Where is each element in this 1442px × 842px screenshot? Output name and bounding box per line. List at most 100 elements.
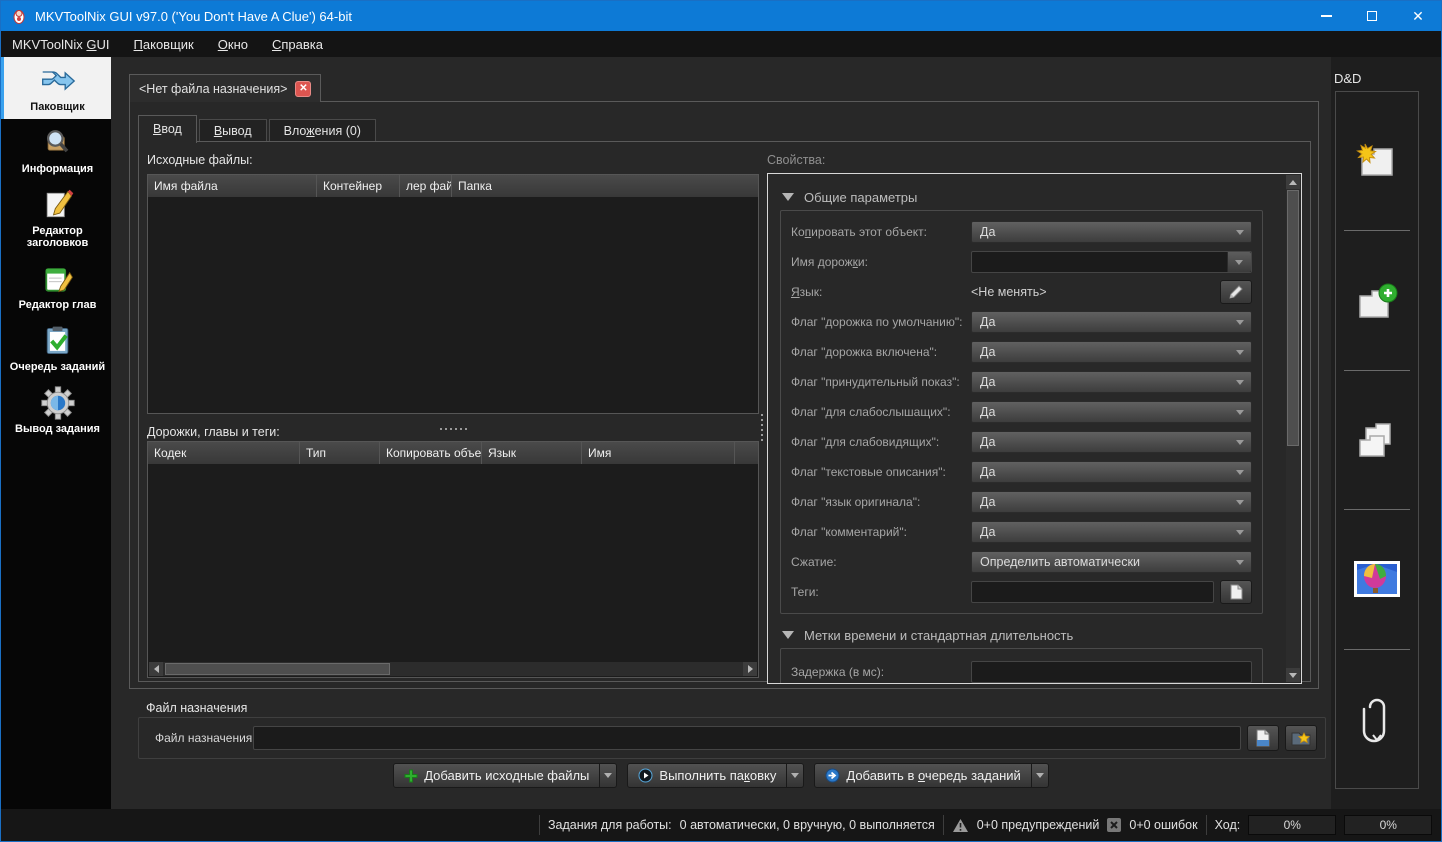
track-enabled-flag-label: Флаг "дорожка включена": [791, 345, 971, 359]
chevron-down-icon [1236, 530, 1244, 535]
dnd-target-append[interactable] [1336, 371, 1418, 509]
visual-impaired-flag-dropdown[interactable]: Да [971, 431, 1252, 453]
col-extra[interactable] [735, 442, 758, 464]
source-files-table[interactable]: Имя файла Контейнер лер файла Папка [147, 174, 759, 414]
sidebar-item-multiplexer[interactable]: Паковщик [1, 57, 111, 119]
start-muxing-menu-arrow[interactable] [787, 763, 804, 788]
recent-destination-button[interactable] [1285, 725, 1317, 751]
hscroll-thumb[interactable] [165, 663, 390, 675]
add-to-queue-menu-arrow[interactable] [1032, 763, 1049, 788]
track-enabled-flag-dropdown[interactable]: Да [971, 341, 1252, 363]
destination-file-tab[interactable]: <Нет файла назначения> ✕ [129, 74, 321, 102]
menu-window[interactable]: Окно [218, 37, 248, 52]
tracks-table[interactable]: Кодек Тип Копировать объе Язык Имя [147, 441, 759, 678]
forced-display-flag-label: Флаг "принудительный показ": [791, 375, 971, 389]
col-container[interactable]: Контейнер [317, 175, 400, 197]
sidebar-item-info[interactable]: Информация [1, 119, 111, 181]
sidebar-item-job-output[interactable]: Вывод задания [1, 379, 111, 441]
dnd-label: D&D [1334, 71, 1361, 86]
compression-dropdown[interactable]: Определить автоматически [971, 551, 1252, 573]
plus-icon [404, 769, 418, 783]
statusbar-separator [539, 815, 540, 835]
tags-browse-button[interactable] [1220, 580, 1252, 604]
scroll-left-icon[interactable] [149, 662, 163, 676]
tab-attachments[interactable]: Вложения (0) [269, 119, 376, 143]
start-muxing-button[interactable]: Выполнить паковку [627, 763, 787, 788]
tab-input[interactable]: Ввод [138, 115, 197, 143]
destination-field-label: Файл назначения: [155, 731, 253, 745]
properties-vscrollbar[interactable] [1286, 175, 1300, 682]
source-files-header: Имя файла Контейнер лер файла Папка [148, 175, 758, 197]
hearing-impaired-flag-label: Флаг "для слабослышащих": [791, 405, 971, 419]
text-descriptions-flag-dropdown[interactable]: Да [971, 461, 1252, 483]
menu-mkvtoolnix-gui[interactable]: MKVToolNix GUI [12, 37, 110, 52]
copy-item-dropdown[interactable]: Да [971, 221, 1252, 243]
tags-label: Теги: [791, 585, 971, 599]
maximize-button[interactable] [1349, 1, 1395, 31]
scroll-right-icon[interactable] [743, 662, 757, 676]
close-button[interactable]: ✕ [1395, 1, 1441, 31]
dnd-target-add[interactable] [1336, 231, 1418, 369]
col-copy-item[interactable]: Копировать объе [380, 442, 482, 464]
dnd-target-attachment[interactable] [1336, 650, 1418, 788]
default-track-flag-dropdown[interactable]: Да [971, 311, 1252, 333]
statusbar-separator [943, 815, 944, 835]
vscroll-thumb[interactable] [1287, 190, 1299, 446]
col-codec[interactable]: Кодек [148, 442, 300, 464]
chevron-down-icon [1236, 380, 1244, 385]
text-descriptions-flag-label: Флаг "текстовые описания": [791, 465, 971, 479]
tags-input[interactable] [971, 581, 1214, 603]
scroll-up-icon[interactable] [1286, 175, 1300, 189]
properties-column: Свойства: Общие параметры Копировать это… [767, 153, 1302, 169]
sidebar-item-chapter-editor[interactable]: Редактор глав [1, 255, 111, 317]
add-source-files-button[interactable]: Добавить исходные файлы [393, 763, 600, 788]
general-options-group: Копировать этот объект: Да Имя дорожки: [780, 210, 1263, 614]
dnd-box [1335, 91, 1419, 789]
forced-display-flag-dropdown[interactable]: Да [971, 371, 1252, 393]
menu-multiplexer[interactable]: Паковщик [134, 37, 194, 52]
folder-add-icon [1354, 280, 1400, 322]
dnd-target-new[interactable] [1336, 92, 1418, 230]
track-name-combo[interactable] [971, 251, 1252, 273]
general-options-header[interactable]: Общие параметры [776, 186, 1287, 208]
dnd-target-picture[interactable] [1336, 510, 1418, 648]
folders-copy-icon [1354, 418, 1400, 462]
folder-star-icon [1291, 729, 1311, 747]
tracks-hscrollbar[interactable] [149, 662, 757, 676]
file-tab-pane: Ввод Вывод Вложения (0) Исходные файлы: … [129, 101, 1319, 689]
timestamps-header[interactable]: Метки времени и стандартная длительность [776, 624, 1287, 646]
col-type[interactable]: Тип [300, 442, 380, 464]
col-file-size[interactable]: лер файла [400, 175, 452, 197]
delay-label: Задержка (в мс): [791, 665, 971, 679]
chevron-down-icon [1236, 350, 1244, 355]
language-edit-button[interactable] [1220, 280, 1252, 304]
col-file-name[interactable]: Имя файла [148, 175, 317, 197]
app-window: MKVToolNix GUI v97.0 ('You Don't Have A … [0, 0, 1442, 842]
sidebar-item-job-queue[interactable]: Очередь заданий [1, 317, 111, 379]
sidebar-item-header-editor[interactable]: Редактор заголовков [1, 181, 111, 255]
chevron-down-icon [1236, 230, 1244, 235]
tab-output[interactable]: Вывод [199, 119, 267, 143]
destination-file-input[interactable] [253, 726, 1241, 750]
browse-destination-button[interactable] [1247, 725, 1279, 751]
col-language[interactable]: Язык [482, 442, 582, 464]
add-source-files-splitbutton: Добавить исходные файлы [393, 763, 617, 788]
delay-input[interactable] [971, 661, 1252, 683]
add-source-files-menu-arrow[interactable] [600, 763, 617, 788]
col-directory[interactable]: Папка [452, 175, 758, 197]
scroll-down-icon[interactable] [1286, 668, 1300, 682]
add-to-queue-button[interactable]: Добавить в очередь заданий [814, 763, 1031, 788]
progress-bar-total: 0% [1344, 815, 1432, 835]
original-language-flag-dropdown[interactable]: Да [971, 491, 1252, 513]
close-tab-icon[interactable]: ✕ [295, 81, 311, 97]
minimize-button[interactable] [1303, 1, 1349, 31]
col-name[interactable]: Имя [582, 442, 735, 464]
menu-help[interactable]: Справка [272, 37, 323, 52]
progress-bar-current: 0% [1248, 815, 1336, 835]
vertical-splitter[interactable] [758, 414, 766, 441]
hearing-impaired-flag-dropdown[interactable]: Да [971, 401, 1252, 423]
commentary-flag-dropdown[interactable]: Да [971, 521, 1252, 543]
dnd-sidebar: D&D [1331, 57, 1441, 809]
copy-item-label: Копировать этот объект: [791, 225, 971, 239]
combo-arrow-button[interactable] [1227, 252, 1251, 272]
